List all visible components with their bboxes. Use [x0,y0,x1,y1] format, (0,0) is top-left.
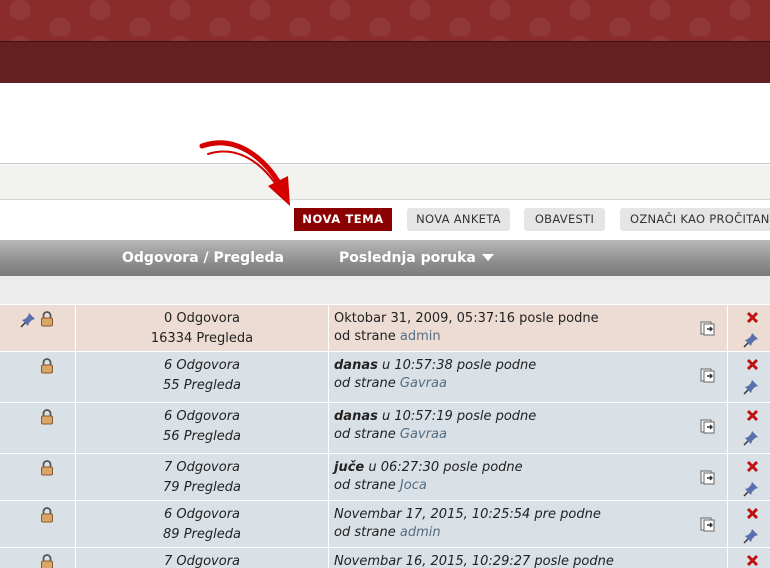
moderation-cell [728,305,770,355]
last-post-date: Novembar 16, 2015, 10:29:27 posle podne [334,554,614,568]
content-area [0,83,770,164]
go-to-last-post-icon[interactable] [699,417,717,435]
last-post-author-line: od strane Joca [334,478,427,493]
topic-status-cell [0,454,76,504]
pin-icon[interactable] [743,528,759,544]
lock-icon [41,409,53,425]
delete-x-icon[interactable] [746,554,759,567]
reply-count: 6 Odgovora [163,409,241,424]
pin-icon[interactable] [743,481,759,497]
lock-icon [41,358,53,374]
last-post-header-label: Poslednja poruka [339,250,476,266]
pin-icon [20,313,35,328]
topic-status-cell [0,501,76,551]
last-post-author-line: od strane admin [334,329,441,344]
last-post-cell: Oktobar 31, 2009, 05:37:16 posle podne o… [329,305,728,355]
lock-icon [41,554,53,568]
view-count: 55 Pregleda [163,378,241,393]
replies-views-header[interactable]: Odgovora / Pregleda [122,240,284,276]
delete-x-icon[interactable] [746,409,759,422]
author-link[interactable]: Gavraa [400,376,447,391]
last-post-author-line: od strane Gavraa [334,427,447,442]
replies-views-cell: 6 Odgovora 89 Pregleda [76,501,329,551]
table-row: 0 Odgovora 16334 Pregleda Oktobar 31, 20… [0,304,770,355]
replies-views-cell: 6 Odgovora 56 Pregleda [76,403,329,453]
sort-desc-icon [481,253,494,261]
topic-status-cell [0,305,76,355]
last-post-date: juče u 06:27:30 posle podne [334,460,523,475]
lock-icon [41,311,53,327]
author-link[interactable]: admin [400,525,441,540]
go-to-last-post-icon[interactable] [699,319,717,337]
topic-status-cell [0,548,76,568]
go-to-last-post-icon[interactable] [699,366,717,384]
delete-x-icon[interactable] [746,358,759,371]
last-post-author-line: od strane admin [334,525,441,540]
pin-icon[interactable] [743,430,759,446]
view-count: 16334 Pregleda [150,331,254,346]
view-count: 89 Pregleda [163,527,241,542]
replies-views-cell: 0 Odgovora 16334 Pregleda [76,305,329,355]
new-topic-button[interactable]: NOVA TEMA [294,208,392,231]
last-post-header[interactable]: Poslednja poruka [339,240,494,276]
last-post-date: danas u 10:57:38 posle podne [334,358,537,373]
go-to-last-post-icon[interactable] [699,468,717,486]
author-link[interactable]: Gavraa [400,427,447,442]
mark-read-button[interactable]: OZNAČI KAO PROČITANO [620,208,770,231]
delete-x-icon[interactable] [746,311,759,324]
last-post-date: Novembar 17, 2015, 10:25:54 pre podne [334,507,601,522]
delete-x-icon[interactable] [746,507,759,520]
table-row: 6 Odgovora 55 Pregleda danas u 10:57:38 … [0,351,770,402]
pin-icon[interactable] [743,332,759,348]
table-spacer [0,276,770,304]
reply-count: 7 Odgovora [163,554,241,568]
delete-x-icon[interactable] [746,460,759,473]
linktree-bar [0,165,770,200]
moderation-cell [728,454,770,504]
lock-icon [41,507,53,523]
moderation-cell [728,548,770,568]
replies-views-cell: 7 Odgovora 79 Pregleda [76,454,329,504]
moderation-cell [728,501,770,551]
replies-views-cell: 7 Odgovora [76,548,329,568]
topic-status-cell [0,403,76,453]
forum-header-bar [0,42,770,83]
reply-count: 6 Odgovora [163,507,241,522]
moderation-cell [728,403,770,453]
reply-count: 7 Odgovora [163,460,241,475]
last-post-cell: danas u 10:57:19 posle podne od strane G… [329,403,728,453]
topic-table-header: Odgovora / Pregleda Poslednja poruka [0,240,770,276]
table-row: 7 Odgovora Novembar 16, 2015, 10:29:27 p… [0,547,770,568]
last-post-cell: danas u 10:57:38 posle podne od strane G… [329,352,728,402]
topic-status-cell [0,352,76,402]
author-link[interactable]: admin [400,329,441,344]
view-count: 56 Pregleda [163,429,241,444]
new-poll-button[interactable]: NOVA ANKETA [407,208,510,231]
moderation-cell [728,352,770,402]
pin-icon[interactable] [743,379,759,395]
notify-button[interactable]: OBAVESTI [524,208,605,231]
table-row: 7 Odgovora 79 Pregleda juče u 06:27:30 p… [0,453,770,504]
reply-count: 0 Odgovora [163,311,241,326]
last-post-date: Oktobar 31, 2009, 05:37:16 posle podne [334,311,599,326]
last-post-date: danas u 10:57:19 posle podne [334,409,537,424]
last-post-cell: Novembar 16, 2015, 10:29:27 posle podne [329,548,728,568]
last-post-author-line: od strane Gavraa [334,376,447,391]
table-row: 6 Odgovora 89 Pregleda Novembar 17, 2015… [0,500,770,551]
last-post-cell: juče u 06:27:30 posle podne od strane Jo… [329,454,728,504]
author-link[interactable]: Joca [400,478,427,493]
forum-header-banner [0,0,770,41]
view-count: 79 Pregleda [163,480,241,495]
lock-icon [41,460,53,476]
red-arrow-annotation [199,140,290,206]
table-row: 6 Odgovora 56 Pregleda danas u 10:57:19 … [0,402,770,453]
replies-views-cell: 6 Odgovora 55 Pregleda [76,352,329,402]
last-post-cell: Novembar 17, 2015, 10:25:54 pre podne od… [329,501,728,551]
go-to-last-post-icon[interactable] [699,515,717,533]
reply-count: 6 Odgovora [163,358,241,373]
